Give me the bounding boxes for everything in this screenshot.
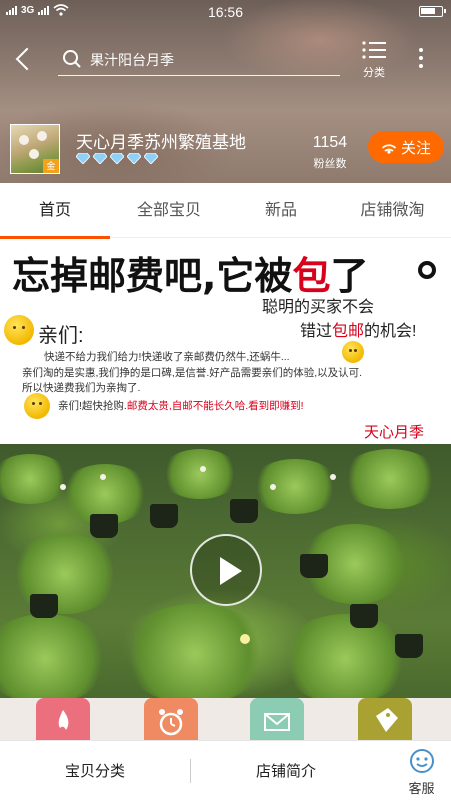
more-vertical-icon[interactable] — [410, 44, 432, 74]
customer-service-icon — [410, 749, 434, 773]
shop-logo[interactable]: 金 — [10, 124, 60, 174]
headline-highlight: 包 — [292, 254, 331, 298]
clock: 16:56 — [207, 4, 244, 20]
tab-new-items[interactable]: 新品 — [228, 183, 334, 238]
shop-name: 天心月季苏州繁殖基地 — [76, 133, 246, 152]
category-label: 分类 — [363, 67, 385, 79]
play-icon[interactable] — [190, 534, 262, 606]
flame-icon[interactable] — [36, 698, 90, 740]
diamond-icon — [76, 153, 90, 164]
follow-label: 关注 — [400, 139, 431, 157]
banner-greeting: 亲们: — [38, 325, 84, 347]
banner-line-1: 快递不给力我们给力!快递收了亲邮费仍然牛,还蜗牛... — [44, 351, 290, 363]
banner-subline-2: 错过包邮的机会! — [300, 317, 416, 341]
item-category-button[interactable]: 宝贝分类 — [0, 741, 190, 801]
tab-all-items[interactable]: 全部宝贝 — [110, 183, 228, 238]
diamond-icon — [93, 153, 107, 164]
tab-home[interactable]: 首页 — [0, 183, 110, 238]
fans-label: 粉丝数 — [313, 158, 347, 170]
diamond-icon — [144, 153, 158, 164]
fans-count: 1154 — [312, 134, 348, 151]
search-input[interactable]: 果汁阳台月季 — [58, 44, 340, 76]
line4-text: 亲们!超快抢购. — [58, 400, 127, 412]
headline-part: 忘掉邮费吧,它被 — [12, 254, 293, 298]
follow-button[interactable]: 关注 — [368, 131, 444, 163]
customer-service-label: 客服 — [408, 781, 435, 796]
sub2-text: 错过 — [300, 323, 333, 340]
free-shipping-banner[interactable]: 忘掉邮费吧,它被包了 聪明的买家不会 错过包邮的机会! 亲们: 快递不给力我们给… — [0, 239, 451, 444]
shop-rating-diamonds — [76, 153, 158, 164]
search-query: 果汁阳台月季 — [90, 52, 174, 68]
battery-icon — [419, 6, 446, 17]
banner-line-2: 亲们淘的是实惠,我们挣的是口碑,是信誉.好产品需要亲们的体验,以及认可. — [22, 367, 363, 379]
nursery-video[interactable] — [0, 444, 451, 698]
smiley-icon — [4, 315, 34, 345]
laughing-smiley-icon — [24, 393, 50, 419]
list-icon — [362, 41, 386, 59]
diamond-icon — [110, 153, 124, 164]
shortcut-icon-row — [0, 698, 451, 740]
sweat-smiley-icon — [342, 341, 364, 363]
search-icon — [63, 50, 81, 68]
follow-icon — [381, 144, 397, 154]
tab-weitao[interactable]: 店铺微淘 — [334, 183, 451, 238]
banner-signature: 天心月季 — [364, 424, 425, 441]
mail-icon[interactable] — [250, 698, 304, 740]
alarm-clock-icon[interactable] — [144, 698, 198, 740]
back-arrow-icon[interactable] — [10, 44, 40, 74]
sub2-highlight: 包邮 — [332, 323, 365, 340]
customer-service-button[interactable]: 客服 — [392, 740, 451, 801]
shop-intro-button[interactable]: 店铺简介 — [191, 741, 381, 801]
sub2-text-end: 的机会! — [364, 323, 417, 340]
sale-tag-icon[interactable] — [358, 698, 412, 740]
line4-highlight: 邮费太贵,自邮不能长久哈.看到即赚到! — [126, 400, 304, 412]
headline-part-end: 了 — [330, 254, 369, 298]
headline-ring-icon — [418, 261, 436, 279]
banner-headline: 忘掉邮费吧,它被包了 — [12, 245, 368, 300]
banner-subline-1: 聪明的买家不会 — [262, 299, 375, 316]
diamond-icon — [127, 153, 141, 164]
shop-header: 3G 16:56 果汁阳台月季 分类 金 天心月季苏州繁殖基地 1154 粉丝数… — [0, 0, 451, 183]
status-bar: 3G 16:56 — [0, 0, 451, 24]
category-button[interactable]: 分类 — [356, 40, 392, 82]
banner-line-4: 亲们!超快抢购.邮费太贵,自邮不能长久哈.看到即赚到! — [58, 398, 304, 413]
shop-tabs: 首页 全部宝贝 新品 店铺微淘 — [0, 183, 451, 238]
bottom-bar: 宝贝分类 店铺简介 — [0, 740, 451, 801]
shop-level-badge: 金 — [43, 159, 59, 173]
